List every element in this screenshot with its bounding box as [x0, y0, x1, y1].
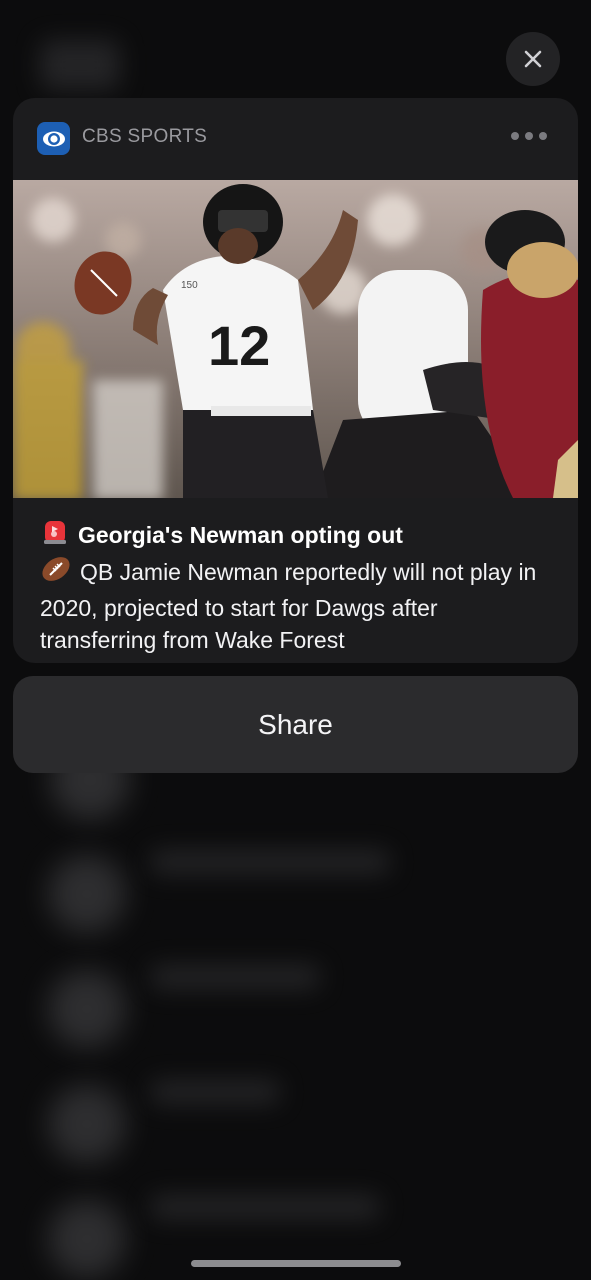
notification-content: Georgia's Newman opting out QB Jamie New… — [40, 516, 560, 656]
notification-image: 12 150 — [13, 180, 578, 498]
notification-body-row: QB Jamie Newman reportedly will not play… — [40, 554, 560, 656]
share-label: Share — [258, 708, 333, 740]
notification-title: Georgia's Newman opting out — [78, 522, 403, 548]
notification-title-row: Georgia's Newman opting out — [40, 516, 560, 554]
close-button[interactable] — [506, 32, 560, 86]
more-options-icon[interactable] — [511, 132, 547, 140]
siren-icon — [40, 516, 70, 554]
share-button[interactable]: Share — [13, 676, 578, 773]
football-photo: 12 150 — [13, 180, 578, 498]
cbs-eye-icon — [37, 122, 70, 155]
jersey-patch: 150 — [181, 280, 198, 291]
app-name: CBS SPORTS — [82, 126, 208, 147]
notification-card[interactable]: CBS SPORTS 12 150 Georgia's Newman optin… — [13, 98, 578, 663]
notification-header: CBS SPORTS — [13, 98, 578, 180]
football-icon — [40, 554, 72, 592]
jersey-number: 12 — [208, 314, 270, 377]
notification-body: QB Jamie Newman reportedly will not play… — [40, 559, 537, 653]
close-icon — [524, 50, 542, 68]
home-indicator[interactable] — [191, 1260, 401, 1267]
